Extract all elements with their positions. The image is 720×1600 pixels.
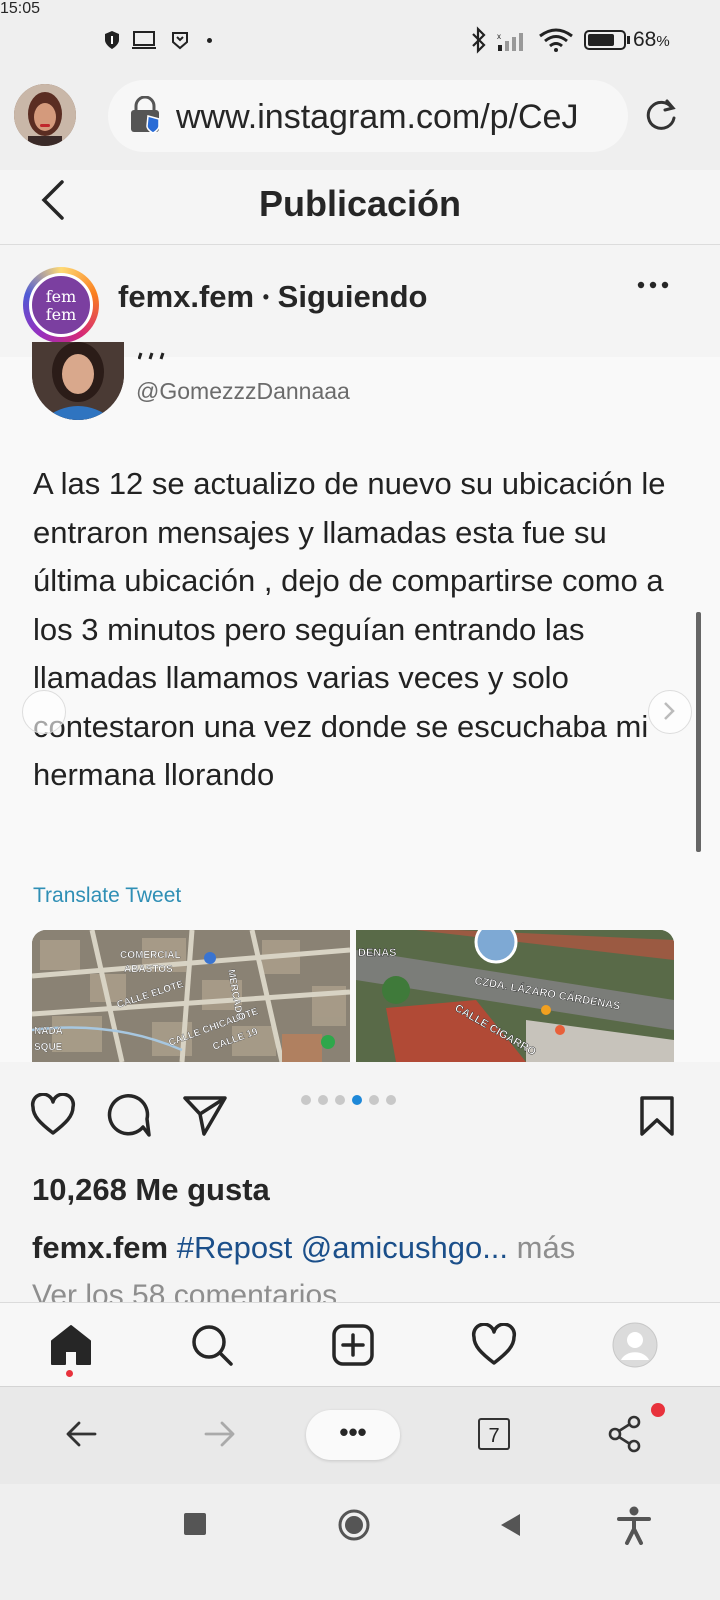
reload-icon[interactable] — [642, 96, 680, 134]
tweet-handle: @GomezzzDannaaa — [136, 378, 350, 404]
carousel-dot-active — [352, 1095, 362, 1105]
share-send-icon[interactable] — [182, 1094, 228, 1138]
carousel-dot — [386, 1095, 396, 1105]
view-comments-link[interactable]: Ver los 58 comentarios — [32, 1279, 337, 1303]
system-navigation-bar — [0, 1484, 720, 1600]
home-circle-icon[interactable] — [337, 1508, 371, 1542]
browser-menu-button[interactable]: ••• — [306, 1410, 400, 1460]
map-label: NADA — [34, 1026, 63, 1037]
carousel-prev-button[interactable] — [22, 690, 66, 734]
tweet-map-image-1: COMERCIAL ABASTOS MERCADO CALLE ELOTE CA… — [32, 930, 350, 1062]
search-icon[interactable] — [190, 1323, 234, 1367]
tabs-count-button[interactable]: 7 — [478, 1418, 510, 1450]
battery-percentage: 68% — [633, 28, 670, 51]
new-post-icon[interactable] — [331, 1323, 375, 1367]
carousel-indicator — [301, 1092, 403, 1110]
shield-icon — [103, 30, 121, 50]
wifi-icon — [538, 28, 574, 52]
url-text[interactable]: www.instagram.com/p/CeJ — [176, 98, 616, 137]
account-header: femx.fem • Siguiendo — [118, 279, 428, 315]
share-icon[interactable] — [606, 1414, 644, 1454]
dot-indicator-icon — [207, 38, 212, 43]
like-heart-icon[interactable] — [30, 1093, 76, 1137]
carousel-dot — [335, 1095, 345, 1105]
app-notification-icon — [170, 30, 190, 50]
caption-more[interactable]: más — [517, 1230, 576, 1265]
account-name[interactable]: femx.fem — [118, 279, 254, 314]
tweet-map-image-2: DENAS CZDA. LÁZARO CÁRDENAS CALLE CIGARR… — [356, 930, 674, 1062]
caption-text[interactable]: #Repost @amicushgo... — [177, 1230, 508, 1265]
cast-icon — [131, 30, 157, 50]
carousel-dot — [369, 1095, 379, 1105]
separator-dot: • — [262, 287, 270, 307]
tweet-text: A las 12 se actualizo de nuevo su ubicac… — [33, 466, 666, 792]
battery-icon — [584, 30, 632, 50]
carousel-dot — [301, 1095, 311, 1105]
carousel-next-button[interactable] — [648, 690, 692, 734]
signal-icon: x — [497, 30, 533, 52]
activity-heart-icon[interactable] — [471, 1323, 517, 1367]
save-bookmark-icon[interactable] — [638, 1095, 676, 1137]
profile-avatar-icon[interactable] — [612, 1322, 658, 1368]
comment-icon[interactable] — [105, 1093, 151, 1139]
account-avatar[interactable]: fem fem — [29, 273, 93, 337]
system-back-icon[interactable] — [498, 1512, 522, 1538]
home-icon[interactable] — [49, 1323, 93, 1367]
carousel-dot — [318, 1095, 328, 1105]
map-label: ABASTOS — [124, 964, 173, 975]
browser-profile-avatar[interactable] — [14, 84, 76, 146]
likes-count[interactable]: 10,268 Me gusta — [32, 1172, 270, 1208]
map-label: SQUE — [34, 1042, 63, 1053]
status-time: 15:05 — [0, 0, 41, 17]
caption-user[interactable]: femx.fem — [32, 1230, 168, 1265]
page-title: Publicación — [258, 183, 462, 224]
follow-status[interactable]: Siguiendo — [278, 279, 428, 314]
browser-back-icon[interactable] — [64, 1418, 98, 1450]
map-label: COMERCIAL — [120, 950, 181, 961]
scrollbar[interactable] — [696, 612, 701, 852]
tweet-name-fragment — [138, 352, 182, 360]
accessibility-icon[interactable] — [616, 1505, 652, 1545]
map-label: DENAS — [358, 947, 397, 959]
bluetooth-icon — [470, 26, 488, 54]
lock-icon[interactable] — [128, 96, 162, 134]
share-notification-badge — [651, 1403, 665, 1417]
caption[interactable]: femx.fem #Repost @amicushgo... más — [32, 1230, 692, 1266]
translate-tweet-link: Translate Tweet — [33, 884, 182, 907]
home-active-dot — [66, 1370, 73, 1377]
browser-forward-icon[interactable] — [203, 1418, 237, 1450]
recent-apps-icon[interactable] — [184, 1513, 206, 1535]
more-options-icon[interactable] — [636, 280, 670, 290]
svg-text:x: x — [497, 32, 501, 41]
